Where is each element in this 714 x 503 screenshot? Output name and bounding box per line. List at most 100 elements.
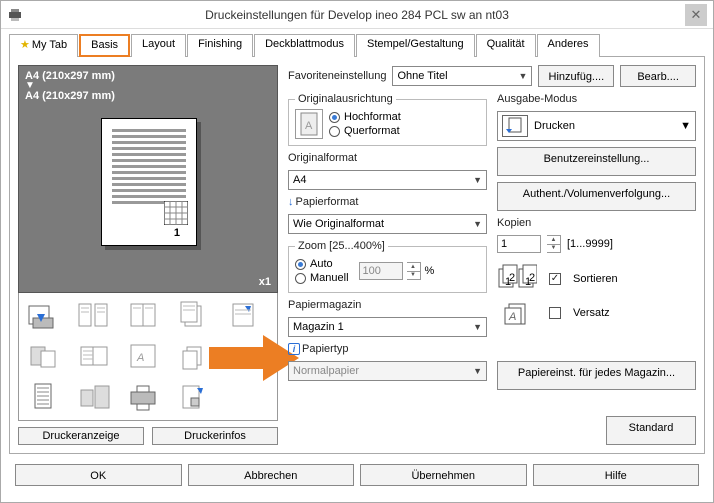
thumb-watermark-icon[interactable]: A [125,340,163,372]
favorites-label: Favoriteneinstellung [288,70,386,82]
svg-text:A: A [136,352,144,364]
original-format-select[interactable]: A4▼ [288,170,487,190]
zoom-manual[interactable]: Manuell [295,272,349,284]
caret-down-icon: ▼ [519,71,528,81]
thumb-lines-icon[interactable] [75,340,113,372]
thumb-copies-icon[interactable] [175,340,213,372]
preview-page: 1 [101,118,197,246]
tab-mytab[interactable]: ★My Tab [9,34,78,57]
svg-text:2: 2 [509,272,515,284]
grid-corner-icon [164,201,188,225]
radio-icon [295,273,306,284]
thumb-stack-icon[interactable] [175,299,213,331]
printer-display-button[interactable]: Druckeranzeige [18,427,144,445]
left-panel: A4 (210x297 mm) ▼ A4 (210x297 mm) 1 x1 [18,65,278,445]
thumb-tray-icon[interactable] [25,299,63,331]
radio-icon [329,126,340,137]
paper-per-tray-button[interactable]: Papiereinst. für jedes Magazin... [497,361,696,390]
tab-qualitaet[interactable]: Qualität [476,34,536,57]
copies-input[interactable]: 1 [497,235,541,253]
tabstrip: ★My Tab Basis Layout Finishing Deckblatt… [1,29,713,56]
thumb-2pages-icon[interactable] [75,299,113,331]
svg-text:A: A [305,120,313,132]
printer-icon [7,8,23,22]
info-icon: i [288,343,300,355]
settings-column-1: Originalausrichtung A Hochformat Querfor… [288,93,487,445]
print-mode-icon [502,115,528,137]
right-panel: Favoriteneinstellung Ohne Titel▼ Hinzufü… [278,65,696,445]
feature-thumbnails: A [18,293,278,421]
tab-anderes[interactable]: Anderes [537,34,600,57]
apply-button[interactable]: Übernehmen [360,464,527,486]
caret-down-icon: ▼ [473,322,482,332]
thumb-page-icon[interactable] [25,381,63,413]
ok-button[interactable]: OK [15,464,182,486]
page-preview: A4 (210x297 mm) ▼ A4 (210x297 mm) 1 x1 [18,65,278,293]
favorites-add-button[interactable]: Hinzufüg.... [538,65,614,87]
zoom-spinner: ▲▼ [407,262,421,280]
favorites-select[interactable]: Ohne Titel▼ [392,66,532,86]
paper-type-select: Normalpapier▼ [288,361,487,381]
tab-finishing[interactable]: Finishing [187,34,253,57]
paper-tray-label: Papiermagazin [288,299,487,311]
thumb-booklet-icon[interactable] [125,299,163,331]
caret-down-icon: ▼ [473,219,482,229]
zoom-auto[interactable]: Auto [295,258,349,270]
zoom-value-input: 100 [359,262,403,280]
paper-type-label: iPapiertyp [288,343,487,355]
tab-stempel[interactable]: Stempel/Gestaltung [356,34,475,57]
offset-icon: A [497,300,537,326]
tab-layout[interactable]: Layout [131,34,186,57]
thumb-staple-icon[interactable] [225,299,263,331]
print-settings-window: Druckeinstellungen für Develop ineo 284 … [0,0,714,503]
printer-info-button[interactable]: Druckerinfos [152,427,278,445]
preview-count: x1 [259,276,271,288]
titlebar: Druckeinstellungen für Develop ineo 284 … [1,1,713,29]
window-title: Druckeinstellungen für Develop ineo 284 … [29,8,685,22]
authentication-button[interactable]: Authent./Volumenverfolgung... [497,182,696,211]
caret-down-icon: ▼ [680,120,691,132]
orientation-portrait[interactable]: Hochformat [329,111,401,123]
thumb-printer-icon[interactable] [125,381,163,413]
copies-spinner[interactable]: ▲▼ [547,235,561,253]
thumb-overlay-icon[interactable] [25,340,63,372]
arrow-down-icon: ↓ [288,196,294,208]
help-button[interactable]: Hilfe [533,464,700,486]
caret-down-icon: ▼ [473,366,482,376]
radio-icon [295,259,306,270]
copies-label: Kopien [497,217,696,229]
thumb-secure-icon[interactable] [175,381,213,413]
thumb-scale-icon[interactable] [75,381,113,413]
paper-format-select[interactable]: Wie Originalformat▼ [288,214,487,234]
dialog-footer: OK Abbrechen Übernehmen Hilfe [1,454,713,496]
thumb-empty-2 [225,381,263,413]
cancel-button[interactable]: Abbrechen [188,464,355,486]
caret-down-icon: ▼ [473,175,482,185]
orientation-icon: A [295,109,323,139]
collate-checkbox[interactable] [549,273,561,285]
content-area: A4 (210x297 mm) ▼ A4 (210x297 mm) 1 x1 [9,56,705,454]
tab-basis[interactable]: Basis [79,34,130,57]
original-format-label: Originalformat [288,152,487,164]
preview-arrow-icon: ▼ [25,82,271,90]
svg-text:A: A [508,311,516,323]
orientation-group: Originalausrichtung A Hochformat Querfor… [288,93,487,146]
user-settings-button[interactable]: Benutzereinstellung... [497,147,696,176]
offset-checkbox[interactable] [549,307,561,319]
tab-deckblatt[interactable]: Deckblattmodus [254,34,355,57]
output-mode-select[interactable]: Drucken ▼ [497,111,696,141]
svg-text:2: 2 [529,272,535,284]
preview-page-number: 1 [174,227,180,239]
highlight-arrow-icon [209,333,299,383]
favorites-edit-button[interactable]: Bearb.... [620,65,696,87]
preview-size-2: A4 (210x297 mm) [25,90,271,102]
paper-tray-select[interactable]: Magazin 1▼ [288,317,487,337]
preview-size-1: A4 (210x297 mm) [25,70,271,82]
orientation-landscape[interactable]: Querformat [329,125,401,137]
star-icon: ★ [20,39,30,51]
close-icon[interactable]: ✕ [685,4,707,26]
settings-column-2: Ausgabe-Modus Drucken ▼ Benutzereinstell… [497,93,696,445]
output-mode-label: Ausgabe-Modus [497,93,696,105]
standard-button[interactable]: Standard [606,416,696,445]
paper-format-label: ↓Papierformat [288,196,487,208]
